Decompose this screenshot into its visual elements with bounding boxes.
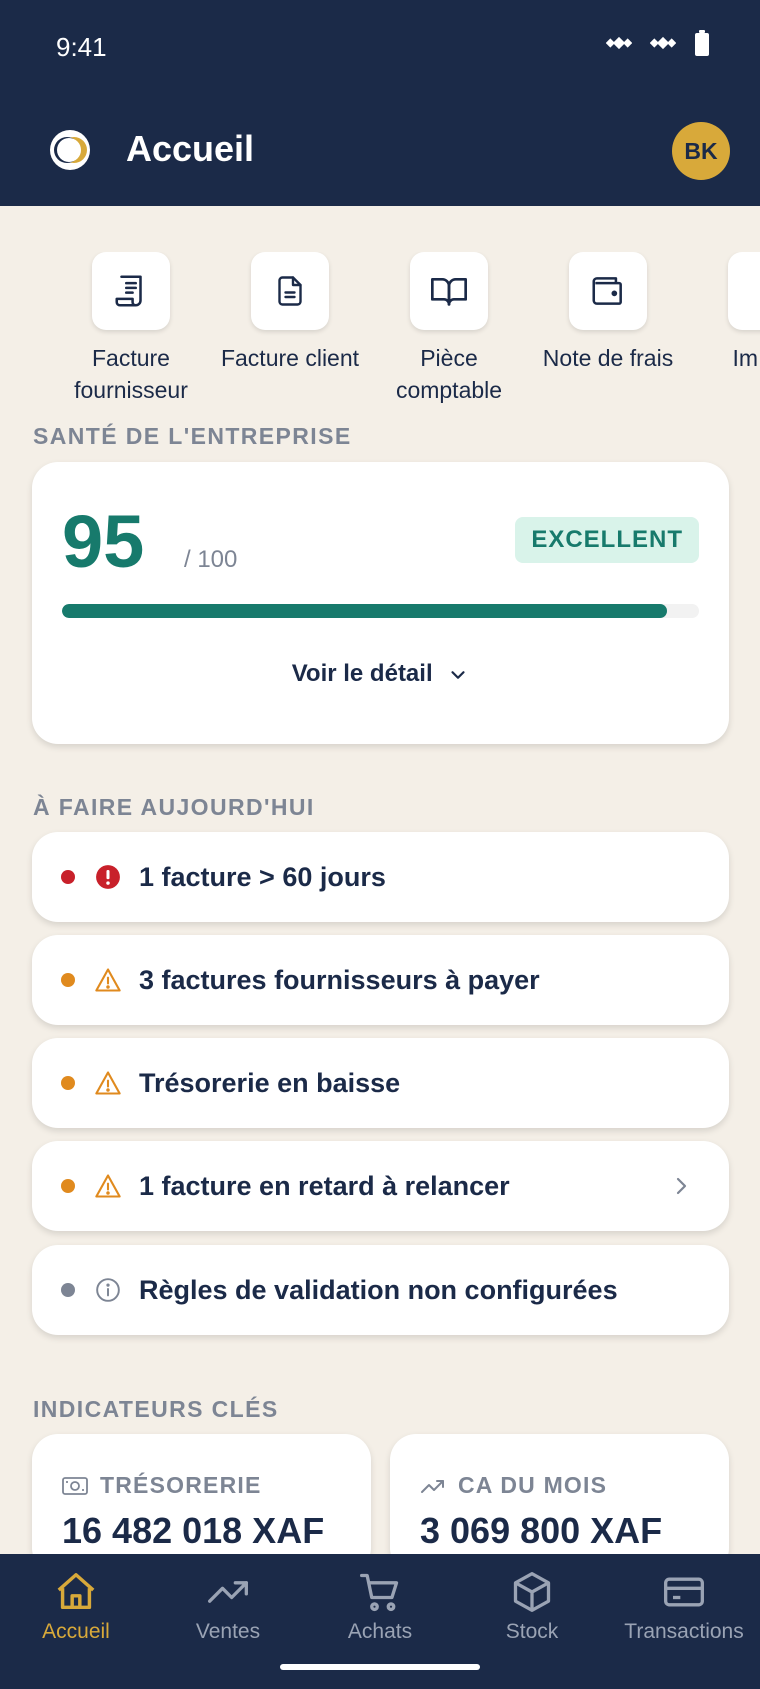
todo-item-text: 1 facture en retard à relancer [139,1170,510,1201]
cart-icon [304,1568,456,1616]
detail-toggle-button[interactable]: Voir le détail [32,660,729,688]
section-title-todo: À FAIRE AUJOURD'HUI [33,794,315,820]
quick-actions: Facture fournisseur Facture client Pièce… [0,252,760,412]
warning-triangle-icon [94,1069,122,1097]
trend-up-icon [421,1479,444,1493]
wallet-icon [569,252,647,330]
card-icon [608,1568,760,1616]
quick-action-expense-report[interactable]: Note de frais [528,252,688,374]
kpi-card-treasury[interactable]: TRÉSORERIE 16 482 018 XAF [32,1434,371,1574]
health-score: 95 [62,500,145,583]
home-icon [0,1568,152,1616]
status-dot [61,1076,75,1090]
todo-item[interactable]: Trésorerie en baisse [32,1038,729,1128]
kpi-card-monthly-revenue[interactable]: CA DU MOIS 3 069 800 XAF [390,1434,729,1574]
status-bar: 9:41 [0,0,760,96]
status-dot [61,870,75,884]
status-dot [61,1283,75,1297]
chevron-down-icon [451,670,465,679]
book-icon [410,252,488,330]
kpi-header: TRÉSORERIE [62,1472,262,1499]
todo-item[interactable]: 1 facture en retard à relancer [32,1141,729,1231]
todo-item-text: Règles de validation non configurées [139,1274,618,1305]
quick-action-label: Facture fournisseur [74,345,188,403]
health-progress-fill [62,604,668,618]
app-bar: Accueil BK [0,96,760,206]
nav-label: Transactions [624,1620,744,1643]
health-card: 95 / 100 EXCELLENT Voir le détail [32,462,729,744]
chevron-right-icon [676,1177,687,1195]
todo-item[interactable]: 1 facture > 60 jours [32,832,729,922]
todo-item[interactable]: Règles de validation non configurées [32,1245,729,1335]
todo-item-text: 3 factures fournisseurs à payer [139,964,540,995]
status-icons [606,30,710,56]
quick-action-client-invoice[interactable]: Facture client [210,252,370,374]
status-time: 9:41 [56,32,107,62]
document-icon [251,252,329,330]
avatar[interactable]: BK [672,122,730,180]
satellite-icon [650,30,676,56]
quick-action-label: Note de frais [542,345,674,371]
receipt-icon [92,252,170,330]
page-title: Accueil [126,128,255,169]
quick-action-supplier-invoice[interactable]: Facture fournisseur [51,252,211,406]
info-circle-icon [94,1276,122,1304]
status-dot [61,1179,75,1193]
kpi-label: TRÉSORERIE [100,1472,262,1498]
health-score-max: / 100 [184,546,238,573]
section-title-kpis: INDICATEURS CLÉS [33,1396,279,1422]
health-progress-bar [62,604,699,618]
quick-action-label: Facture client [220,345,360,371]
nav-label: Stock [505,1620,559,1643]
quick-action-label: Pièce comptable [395,345,503,403]
quick-action-import-document[interactable]: Im doc [687,252,760,374]
kpi-header: CA DU MOIS [420,1472,607,1499]
status-dot [61,973,75,987]
todo-item-text: 1 facture > 60 jours [139,861,386,892]
home-indicator [280,1664,480,1670]
todo-item-text: Trésorerie en baisse [139,1067,401,1098]
cash-icon [62,1476,88,1495]
detail-toggle-label: Voir le détail [291,660,433,687]
nav-label: Ventes [195,1620,261,1643]
app-logo-icon [48,128,92,172]
todo-item[interactable]: 3 factures fournisseurs à payer [32,935,729,1025]
nav-item-transactions[interactable]: Transactions [608,1554,760,1689]
nav-label: Accueil [42,1620,110,1643]
trend-up-icon [152,1568,304,1616]
quick-action-journal-entry[interactable]: Pièce comptable [369,252,529,406]
import-icon [728,252,760,330]
satellite-icon [606,30,632,56]
battery-icon [694,30,710,56]
status-badge: EXCELLENT [515,517,699,563]
alert-circle-icon [94,863,122,891]
nav-item-accueil[interactable]: Accueil [0,1554,152,1689]
warning-triangle-icon [94,1172,122,1200]
kpi-value: 3 069 800 XAF [420,1510,663,1551]
warning-triangle-icon [94,966,122,994]
section-title-health: SANTÉ DE L'ENTREPRISE [33,423,352,449]
quick-action-label: Im doc [732,345,760,371]
kpi-value: 16 482 018 XAF [62,1510,325,1551]
box-icon [456,1568,608,1616]
kpi-label: CA DU MOIS [458,1472,608,1498]
nav-label: Achats [347,1620,413,1643]
